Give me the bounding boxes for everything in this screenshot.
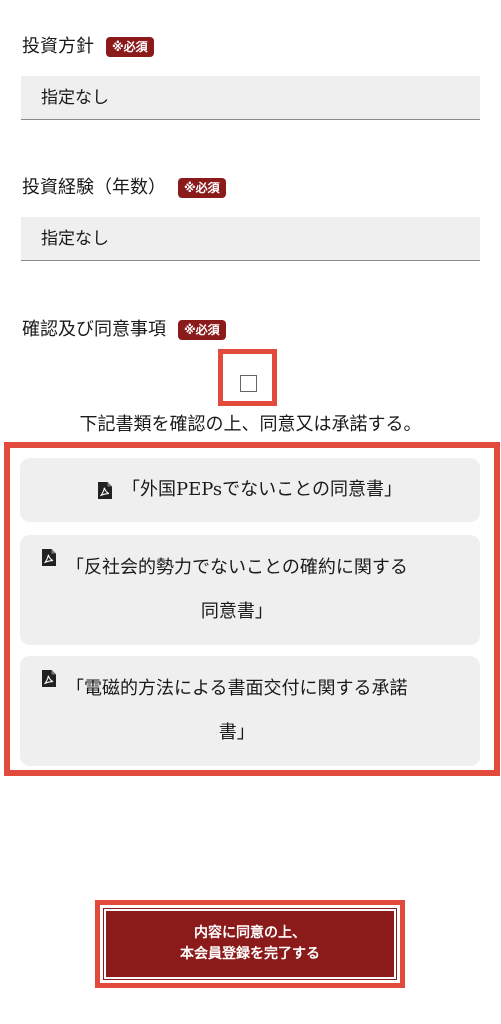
document-title-line1: 「電磁的方法による書面交付に関する承諾 (66, 678, 408, 699)
document-title-line2: 書」 (218, 722, 255, 743)
consent-label-text: 確認及び同意事項 (22, 319, 166, 340)
complete-registration-button[interactable]: 内容に同意の上、 本会員登録を完了する (103, 908, 397, 980)
consent-checkbox[interactable] (240, 375, 257, 392)
investment-experience-label: 投資経験（年数） ※必須 (22, 176, 226, 200)
document-link-foreign-peps[interactable]: 「外国PEPsでないことの同意書」 (20, 458, 480, 522)
document-link-anti-social[interactable]: 「反社会的勢力でないことの確約に関する 同意書」 (20, 535, 480, 645)
investment-policy-select[interactable]: 指定なし (21, 76, 480, 120)
submit-line1: 内容に同意の上、 (194, 925, 306, 941)
required-badge: ※必須 (178, 320, 226, 340)
pdf-file-icon (42, 549, 56, 566)
investment-experience-select[interactable]: 指定なし (21, 217, 480, 261)
investment-experience-label-text: 投資経験（年数） (22, 177, 166, 198)
document-link-electronic-delivery[interactable]: 「電磁的方法による書面交付に関する承諾 書」 (20, 656, 480, 766)
investment-policy-label-text: 投資方針 (22, 36, 94, 57)
required-badge: ※必須 (178, 178, 226, 198)
document-title-line1: 「反社会的勢力でないことの確約に関する (66, 557, 408, 578)
consent-statement: 下記書類を確認の上、同意又は承諾する。 (79, 414, 422, 435)
submit-line2: 本会員登録を完了する (180, 946, 320, 962)
pdf-file-icon (98, 481, 113, 499)
document-title-line2: 同意書」 (200, 601, 273, 622)
consent-label: 確認及び同意事項 ※必須 (22, 318, 226, 342)
investment-policy-label: 投資方針 ※必須 (22, 35, 154, 59)
document-title: 「外国PEPsでないことの同意書」 (122, 479, 402, 500)
required-badge: ※必須 (106, 37, 154, 57)
pdf-file-icon (42, 670, 56, 687)
